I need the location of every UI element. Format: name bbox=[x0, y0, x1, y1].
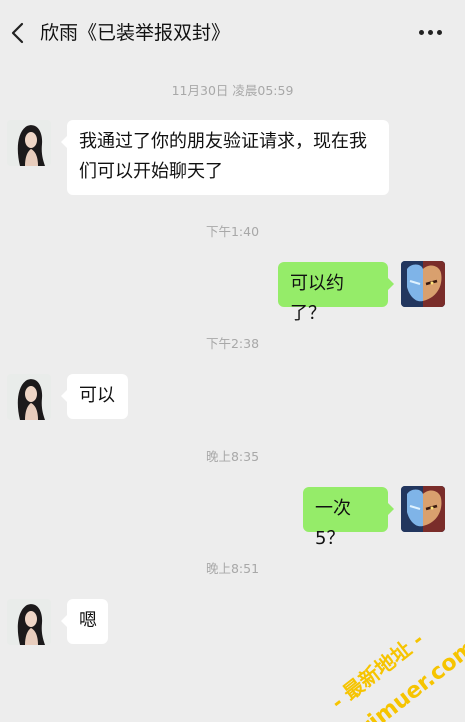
avatar-self[interactable] bbox=[401, 261, 445, 307]
watermark: - 最新地址 - rimuer.com bbox=[326, 627, 465, 722]
timestamp: 下午2:38 bbox=[205, 336, 260, 351]
avatar-contact[interactable] bbox=[7, 120, 51, 166]
chat-header: 欣雨《已装举报双封》 bbox=[0, 0, 465, 66]
message-bubble[interactable]: 我通过了你的朋友验证请求，现在我们可以开始聊天了 bbox=[61, 120, 389, 195]
chevron-left-icon[interactable] bbox=[8, 21, 28, 45]
message-bubble[interactable]: 嗯 bbox=[61, 599, 108, 644]
message-bubble[interactable]: 可以约了？ bbox=[278, 262, 394, 324]
timestamp: 下午1:40 bbox=[205, 224, 260, 239]
avatar-self[interactable] bbox=[401, 486, 445, 532]
more-dots-icon[interactable] bbox=[419, 30, 443, 38]
chat-title: 欣雨《已装举报双封》 bbox=[40, 22, 231, 44]
message-bubble[interactable]: 一次 5？ bbox=[303, 487, 394, 549]
timestamp: 晚上8:51 bbox=[205, 561, 260, 576]
avatar-contact[interactable] bbox=[7, 374, 51, 420]
message-bubble[interactable]: 可以 bbox=[61, 374, 128, 419]
timestamp: 晚上8:35 bbox=[205, 449, 260, 464]
avatar-contact[interactable] bbox=[7, 599, 51, 645]
timestamp: 11月30日 凌晨05:59 bbox=[171, 83, 294, 98]
